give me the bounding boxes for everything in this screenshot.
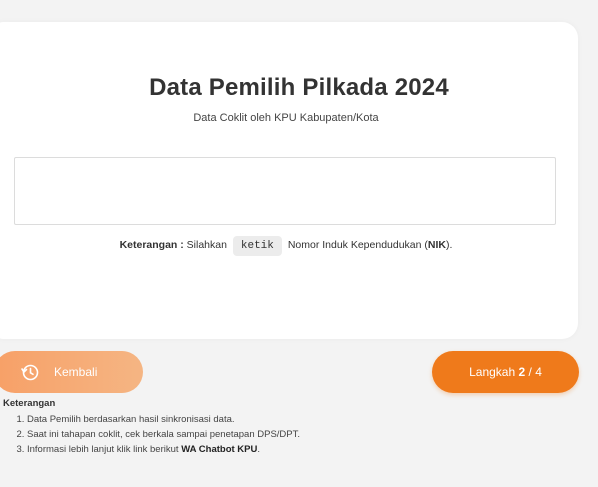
note-item: Data Pemilih berdasarkan hasil sinkronis…: [27, 412, 300, 427]
note-text: Saat ini tahapan coklit, cek berkala sam…: [27, 429, 301, 440]
page-subtitle: Data Coklit oleh KPU Kabupaten/Kota: [193, 112, 379, 124]
note-suffix: .: [257, 444, 260, 455]
back-clock-icon: [21, 364, 39, 381]
hint-prefix: Silahkan: [186, 239, 227, 251]
notes-list: Data Pemilih berdasarkan hasil sinkronis…: [3, 412, 300, 457]
hint-label: Keterangan :: [119, 239, 184, 251]
step-prefix: Langkah: [469, 365, 516, 379]
note-item: Saat ini tahapan coklit, cek berkala sam…: [27, 427, 300, 442]
hint-code: ketik: [232, 236, 282, 256]
hint-middle: Nomor Induk Kependudukan (: [287, 239, 428, 251]
notes-title: Keterangan: [3, 398, 56, 409]
note-text: Data Pemilih berdasarkan hasil sinkronis…: [27, 414, 235, 425]
nik-input[interactable]: [14, 157, 556, 225]
note-item: Informasi lebih lanjut klik link berikut…: [27, 442, 300, 457]
step-total: / 4: [528, 365, 542, 379]
back-button[interactable]: Kembali: [0, 351, 143, 393]
hint-suffix: ).: [446, 239, 453, 251]
notes-section: Keterangan Data Pemilih berdasarkan hasi…: [3, 398, 300, 457]
wa-chatbot-link[interactable]: WA Chatbot KPU: [181, 444, 257, 455]
step-current: 2: [518, 365, 526, 379]
step-button[interactable]: Langkah 2 / 4: [432, 351, 579, 393]
page-title: Data Pemilih Pilkada 2024: [149, 74, 449, 101]
back-button-label: Kembali: [54, 365, 98, 379]
note-text: Informasi lebih lanjut klik link berikut: [27, 444, 179, 455]
input-hint: Keterangan : Silahkan ketik Nomor Induk …: [0, 236, 572, 256]
hint-bold: NIK: [427, 239, 446, 251]
